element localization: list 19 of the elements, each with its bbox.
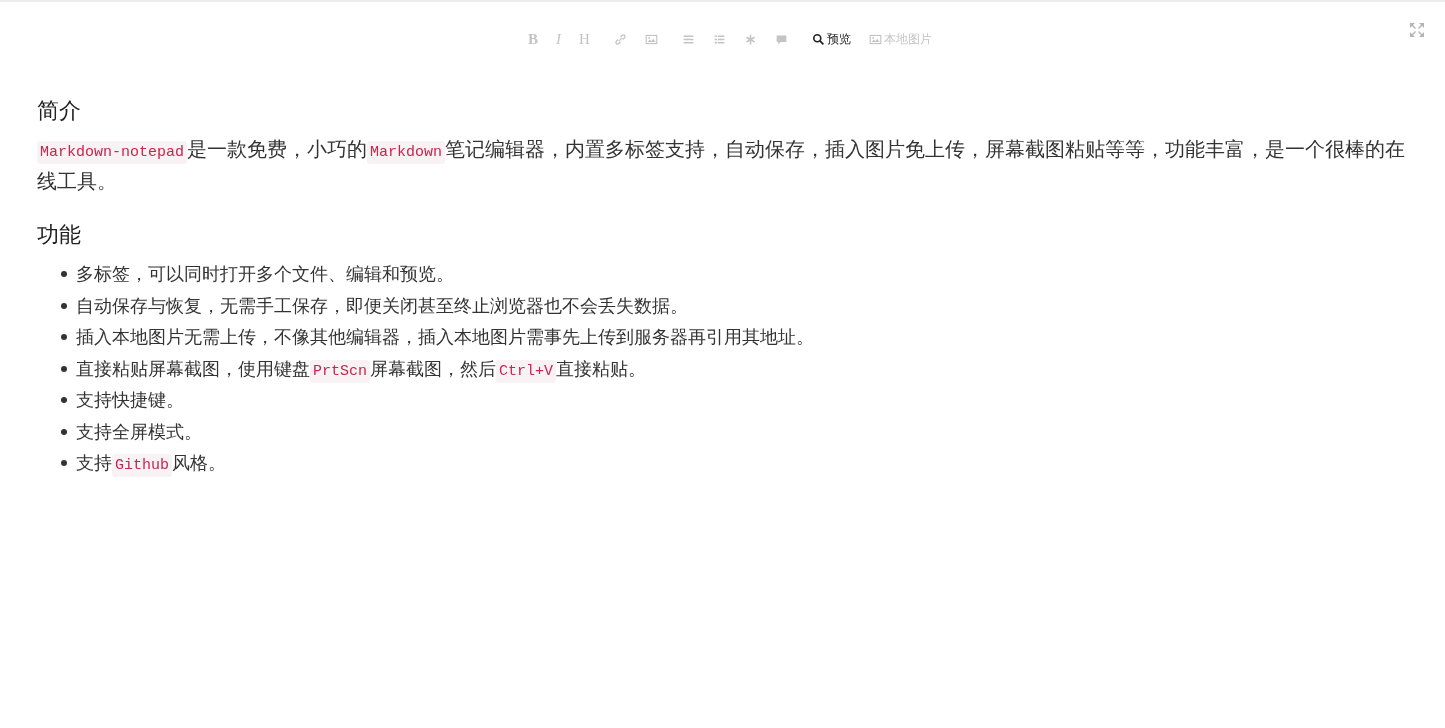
bullet-icon bbox=[61, 271, 67, 277]
fullscreen-icon[interactable] bbox=[1409, 22, 1425, 38]
list-item-text: 插入本地图片无需上传，不像其他编辑器，插入本地图片需事先上传到服务器再引用其地址。 bbox=[76, 326, 814, 347]
paragraph: Markdown-notepad 是一款免费，小巧的 Markdown 笔记编辑器，内置多标签支持，自动保存，插入图片免上传，屏幕截图粘贴等等，功能丰富，是一个很棒的在线工具。 bbox=[37, 137, 1407, 195]
list-item-text: 多标签，可以同时打开多个文件、编辑和预览。 bbox=[76, 263, 454, 284]
list-item-text: 支持全屏模式。 bbox=[76, 420, 202, 442]
bullet-icon bbox=[61, 302, 67, 309]
toolbar-button[interactable]: 预览 bbox=[802, 27, 860, 51]
bullet-icon bbox=[61, 365, 67, 372]
image-icon bbox=[868, 32, 882, 46]
section-heading: 简介 bbox=[37, 97, 82, 125]
bullet-icon bbox=[61, 334, 67, 340]
list-item-text: 支持快捷键。 bbox=[76, 389, 184, 410]
list-item-text: 自动保存与恢复，无需手工保存，即便关闭甚至终止浏览器也不会丢失数据。 bbox=[76, 294, 688, 316]
search-icon bbox=[811, 32, 825, 46]
bullet-icon bbox=[61, 428, 67, 435]
bullet-icon bbox=[61, 460, 67, 466]
bullet-icon bbox=[61, 397, 67, 403]
section-heading: 功能 bbox=[37, 221, 82, 249]
